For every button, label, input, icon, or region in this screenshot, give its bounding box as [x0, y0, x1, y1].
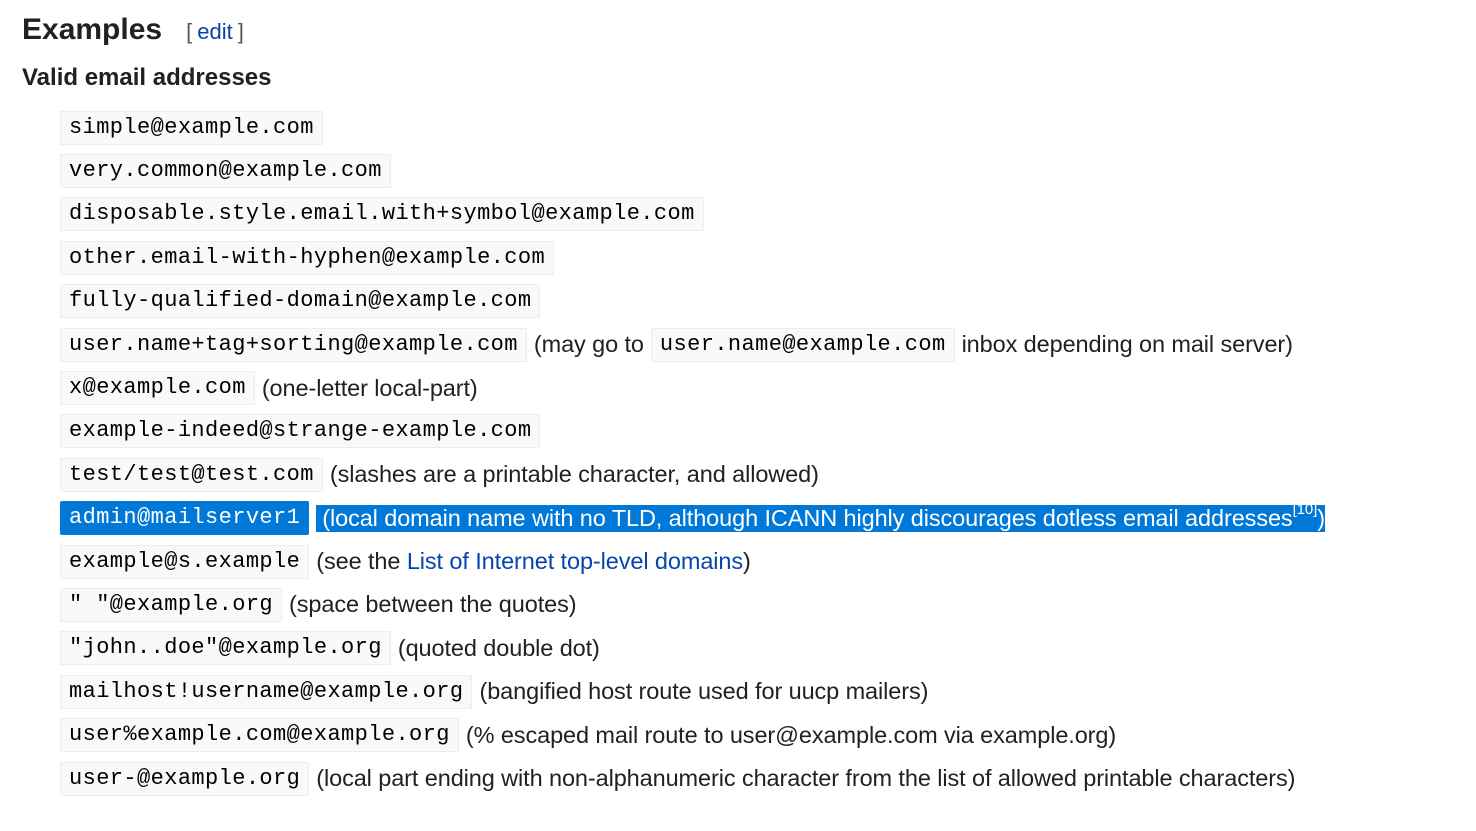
email-code: " "@example.org — [60, 587, 283, 622]
tld-list-link[interactable]: List of Internet top-level domains — [407, 548, 743, 574]
email-code: admin@mailserver1 — [60, 501, 310, 536]
examples-list: simple@example.com very.common@example.c… — [60, 106, 1325, 800]
list-item: test/test@test.com (slashes are a printa… — [60, 453, 1325, 496]
list-item: "john..doe"@example.org (quoted double d… — [60, 627, 1325, 670]
edit-section: [edit] — [186, 19, 244, 45]
note-text: (space between the quotes) — [289, 591, 577, 618]
note-text: (local domain name with no TLD, although… — [322, 504, 1293, 531]
list-item: user-@example.org (local part ending wit… — [60, 757, 1325, 800]
list-item: simple@example.com — [60, 106, 1325, 149]
email-code: example-indeed@strange-example.com — [60, 414, 541, 449]
reference: [10] — [1293, 501, 1318, 518]
note-text: (bangified host route used for uucp mail… — [479, 678, 929, 705]
edit-link[interactable]: edit — [197, 19, 232, 44]
email-code: very.common@example.com — [60, 154, 391, 189]
note-text: (slashes are a printable character, and … — [329, 461, 819, 488]
note-end: ) — [1317, 504, 1325, 531]
list-item: very.common@example.com — [60, 149, 1325, 192]
note-text: (quoted double dot) — [397, 634, 600, 661]
reference-link[interactable]: [10] — [1293, 501, 1318, 518]
email-code: example@s.example — [60, 544, 310, 579]
list-item: x@example.com (one-letter local-part) — [60, 366, 1325, 409]
email-code: simple@example.com — [60, 110, 323, 145]
note-end: ) — [743, 548, 751, 575]
edit-bracket-open: [ — [186, 19, 193, 44]
list-item: disposable.style.email.with+symbol@examp… — [60, 193, 1325, 236]
subsection-title: Valid email addresses — [22, 64, 272, 91]
email-code: x@example.com — [60, 371, 255, 406]
note-text: (may go to — [533, 331, 644, 358]
email-code: fully-qualified-domain@example.com — [60, 284, 541, 319]
note-pre: (see the — [316, 548, 401, 575]
email-code: user-@example.org — [60, 761, 310, 796]
section-title: Examples — [22, 13, 163, 46]
list-item: example-indeed@strange-example.com — [60, 410, 1325, 453]
email-code: other.email-with-hyphen@example.com — [60, 240, 555, 275]
list-item: fully-qualified-domain@example.com — [60, 280, 1325, 323]
list-item: other.email-with-hyphen@example.com — [60, 236, 1325, 279]
list-item-selected: admin@mailserver1 (local domain name wit… — [60, 497, 1325, 540]
note-text: (see the List of Internet top-level doma… — [309, 548, 758, 575]
email-code: user.name+tag+sorting@example.com — [60, 327, 527, 362]
note-text: (one-letter local-part) — [261, 374, 478, 401]
list-item: user%example.com@example.org (% escaped … — [60, 713, 1325, 756]
note-text: (% escaped mail route to user@example.co… — [465, 721, 1117, 748]
email-code: disposable.style.email.with+symbol@examp… — [60, 197, 704, 232]
list-item: mailhost!username@example.org (bangified… — [60, 670, 1325, 713]
email-code: user%example.com@example.org — [60, 718, 459, 753]
list-item: example@s.example (see the List of Inter… — [60, 540, 1325, 583]
section-heading: Examples [edit] — [22, 13, 244, 53]
email-code: test/test@test.com — [60, 457, 323, 492]
selected-note: (local domain name with no TLD, although… — [316, 501, 1325, 532]
email-code: user.name@example.com — [650, 327, 955, 362]
note-text: inbox depending on mail server) — [961, 331, 1293, 358]
list-item: user.name+tag+sorting@example.com (may g… — [60, 323, 1325, 366]
email-code: "john..doe"@example.org — [60, 631, 391, 666]
list-item: " "@example.org (space between the quote… — [60, 583, 1325, 626]
note-text: (local part ending with non-alphanumeric… — [316, 765, 1296, 792]
edit-bracket-close: ] — [237, 19, 244, 44]
email-code: mailhost!username@example.org — [60, 674, 473, 709]
